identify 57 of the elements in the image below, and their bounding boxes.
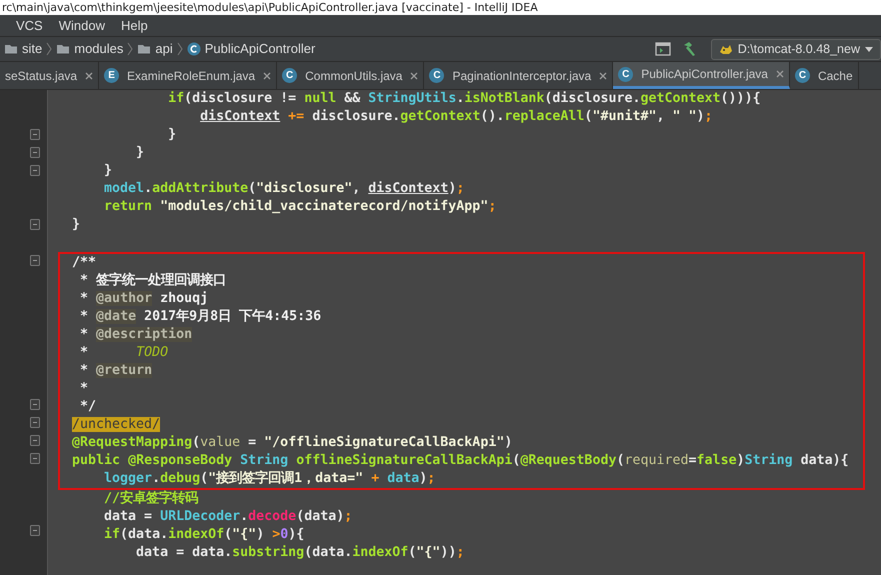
file-tab[interactable]: C PublicApiController.java: [613, 62, 790, 89]
folder-icon: [56, 42, 70, 56]
close-icon: [263, 72, 272, 80]
code-line: * @return: [79, 362, 154, 380]
code-line: /**: [71, 254, 98, 272]
code-line: model.addAttribute("disclosure", disContext);: [103, 180, 466, 198]
code-line: */: [79, 398, 98, 416]
file-tab[interactable]: C Cache: [790, 62, 859, 89]
code-line: * @date 2017年9月8日 下午4:45:36: [79, 308, 322, 326]
class-icon: E: [104, 68, 120, 83]
run-config-dropdown[interactable]: D:\tomcat-8.0.48_new: [710, 38, 881, 60]
code-line: return "modules/child_vaccinaterecord/notifyApp";: [103, 198, 498, 216]
code-line: * TODO: [79, 344, 170, 362]
chevron-icon: [127, 42, 134, 56]
folder-icon: [137, 42, 152, 56]
code-line: * @description: [79, 326, 194, 344]
breadcrumb-item[interactable]: site: [0, 39, 46, 59]
class-icon: C: [429, 68, 444, 83]
breadcrumb-item[interactable]: api: [133, 39, 177, 59]
code-line: }: [103, 162, 114, 180]
menu-item[interactable]: Window: [50, 14, 113, 38]
code-line: }: [71, 216, 82, 234]
code-line: disContext += disclosure.getContext().replaceAll("#unit#", " ");: [199, 108, 714, 126]
code-line: *: [79, 380, 90, 398]
code-line: if(data.indexOf("{") >0){: [103, 526, 306, 544]
close-icon: [85, 72, 94, 80]
window-title: rc\main\java\com\thinkgem\jeesite\modules\api\PublicApiController.java [vaccinate] - IntelliJ IDEA: [0, 0, 881, 15]
close-icon: [776, 70, 784, 78]
code-line: * @author zhouqj: [79, 290, 210, 308]
caret-icon: [864, 45, 874, 53]
code-line: }: [167, 126, 178, 144]
close-icon: [599, 72, 608, 80]
code-line: @RequestMapping(value = "/offlineSignatureCallBackApi"): [71, 434, 514, 452]
code-line: data = data.substring(data.indexOf("{"));: [135, 544, 466, 562]
breadcrumb-item[interactable]: modules: [52, 39, 128, 59]
menu-item[interactable]: VCS: [8, 14, 51, 38]
class-icon: [186, 42, 201, 56]
code-line: logger.debug("接到签字回调1，data=" + data);: [103, 470, 436, 488]
class-icon: C: [282, 68, 298, 83]
code-line: data = URLDecoder.decode(data);: [103, 508, 354, 526]
file-tab[interactable]: C CommonUtils.java: [277, 62, 424, 89]
code-line: * 签字统一处理回调接口: [79, 272, 228, 290]
file-tab[interactable]: E ExamineRoleEnum.java: [99, 62, 278, 89]
code-line: if(disclosure != null && StringUtils.isNotBlank(disclosure.getContext())){: [167, 90, 762, 108]
terminal-icon: [654, 41, 671, 57]
code-line: }: [135, 144, 146, 162]
close-icon: [410, 72, 418, 80]
class-icon: C: [618, 66, 634, 82]
file-tab[interactable]: seStatus.java: [0, 62, 100, 89]
folder-icon: [4, 42, 18, 56]
code-line: //安卓签字转码: [103, 490, 200, 508]
chevron-icon: [46, 42, 52, 56]
breadcrumb-item[interactable]: PublicApiController: [182, 39, 320, 59]
menu-item[interactable]: Help: [112, 14, 156, 38]
chevron-icon: [176, 42, 183, 56]
code-line: public @ResponseBody String offlineSignatureCallBackApi(@RequestBody(required=false)String data){: [71, 452, 850, 470]
class-icon: C: [794, 68, 810, 83]
